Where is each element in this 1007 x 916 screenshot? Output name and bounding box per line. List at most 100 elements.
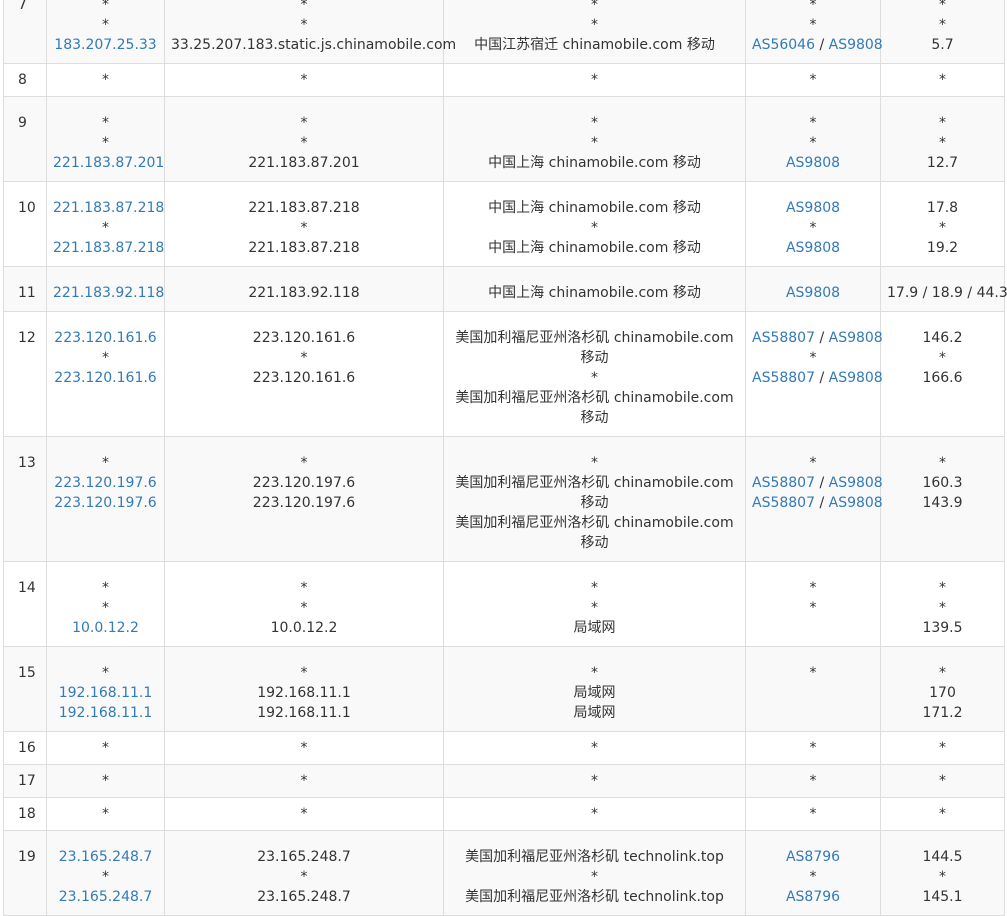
as-cell: AS8796 * AS8796 xyxy=(745,830,881,916)
hop-number-cell: 16 xyxy=(3,731,47,765)
ip-link[interactable]: 221.183.87.218 xyxy=(53,200,164,216)
rtt-line: * xyxy=(887,133,998,153)
hop-number: 14 xyxy=(18,580,36,596)
location-text: 中国上海 chinamobile.com 移动 xyxy=(488,285,701,301)
as-link[interactable]: AS58807 xyxy=(752,475,815,491)
empty-probe-marker: * xyxy=(809,600,817,616)
ip-link[interactable]: 223.120.161.6 xyxy=(54,330,156,346)
ip-line: 221.183.87.201 xyxy=(53,153,164,173)
location-cell: 中国上海 chinamobile.com 移动 xyxy=(443,266,746,312)
rtt-value: * xyxy=(939,740,946,756)
ip-link[interactable]: 221.183.87.201 xyxy=(53,155,164,171)
as-link[interactable]: AS9808 xyxy=(829,330,883,346)
ip-link[interactable]: 23.165.248.7 xyxy=(59,889,153,905)
rtt-line: 12.7 xyxy=(887,153,998,173)
as-line: * xyxy=(752,113,874,133)
as-line: * xyxy=(752,453,874,473)
location-line: * xyxy=(450,663,739,683)
rtt-value: * xyxy=(939,665,946,681)
hop-row: 8 * * * * * xyxy=(3,63,1005,97)
as-link[interactable]: AS9808 xyxy=(829,370,883,386)
ip-link[interactable]: 223.120.197.6 xyxy=(54,475,156,491)
rtt-line: * xyxy=(887,804,998,824)
as-link[interactable]: AS9808 xyxy=(786,285,840,301)
location-text: 中国江苏宿迁 chinamobile.com 移动 xyxy=(474,37,715,53)
hop-number: 9 xyxy=(18,115,27,131)
hostname-cell: * * 10.0.12.2 xyxy=(164,561,444,647)
hop-number-cell: 13 xyxy=(3,436,47,562)
hostname-line: * xyxy=(171,738,437,758)
ip-link[interactable]: 221.183.92.118 xyxy=(53,285,164,301)
rtt-line: 166.6 xyxy=(887,368,998,388)
hostname-line: * xyxy=(171,578,437,598)
location-line: 美国加利福尼亚州洛杉矶 chinamobile.com 移动 xyxy=(450,328,739,368)
as-link[interactable]: AS58807 xyxy=(752,370,815,386)
hostname-line: 221.183.87.218 xyxy=(171,198,437,218)
empty-probe-marker: * xyxy=(102,72,109,88)
as-link[interactable]: AS58807 xyxy=(752,330,815,346)
location-text: * xyxy=(591,115,598,131)
ip-link[interactable]: 192.168.11.1 xyxy=(59,685,153,701)
ip-link[interactable]: 183.207.25.33 xyxy=(54,37,156,53)
as-link[interactable]: AS56046 xyxy=(752,37,815,53)
as-cell: * xyxy=(745,764,881,798)
location-line: 美国加利福尼亚州洛杉矶 chinamobile.com 移动 xyxy=(450,388,739,428)
as-line: * xyxy=(752,348,874,368)
location-line: * xyxy=(450,113,739,133)
location-line: 中国江苏宿迁 chinamobile.com 移动 xyxy=(450,35,739,55)
empty-probe-marker: * xyxy=(102,220,109,236)
location-text: 局域网 xyxy=(573,620,616,636)
empty-probe-marker: * xyxy=(102,869,109,885)
rtt-value: * xyxy=(939,220,946,236)
hostname-line: 221.183.87.201 xyxy=(171,153,437,173)
hostname-cell: * xyxy=(164,764,444,798)
rtt-value: 139.5 xyxy=(922,620,963,636)
as-link[interactable]: AS9808 xyxy=(786,200,840,216)
location-line: 局域网 xyxy=(450,703,739,723)
ip-link[interactable]: 23.165.248.7 xyxy=(59,849,153,865)
rtt-line: 171.2 xyxy=(887,703,998,723)
as-link[interactable]: AS9808 xyxy=(829,37,883,53)
rtt-value: * xyxy=(939,135,946,151)
rtt-line: 144.5 xyxy=(887,847,998,867)
as-line: * xyxy=(752,598,874,618)
location-text: * xyxy=(591,600,598,616)
hostname-line: * xyxy=(171,218,437,238)
location-line: * xyxy=(450,0,739,15)
ip-line: * xyxy=(53,663,158,683)
ip-link[interactable]: 223.120.161.6 xyxy=(54,370,156,386)
hostname-text: * xyxy=(300,665,308,681)
ip-link[interactable]: 223.120.197.6 xyxy=(54,495,156,511)
as-link[interactable]: AS9808 xyxy=(829,475,883,491)
ip-line: * xyxy=(53,738,158,758)
location-text: 局域网 xyxy=(573,685,616,701)
hostname-line: 223.120.197.6 xyxy=(171,493,437,513)
ip-cell: * xyxy=(46,764,165,798)
as-link[interactable]: AS9808 xyxy=(829,495,883,511)
as-link[interactable]: AS58807 xyxy=(752,495,815,511)
as-link[interactable]: AS8796 xyxy=(786,849,840,865)
rtt-line: 145.1 xyxy=(887,887,998,907)
empty-probe-marker: * xyxy=(102,455,109,471)
rtt-value: * xyxy=(939,580,946,596)
ip-link[interactable]: 192.168.11.1 xyxy=(59,705,153,721)
hostname-cell: * * 33.25.207.183.static.js.chinamobile.co… xyxy=(164,0,456,64)
empty-probe-marker: * xyxy=(809,740,817,756)
empty-probe-marker: * xyxy=(809,455,817,471)
as-link[interactable]: AS9808 xyxy=(786,240,840,256)
hostname-line: * xyxy=(171,133,437,153)
location-text: * xyxy=(591,220,598,236)
rtt-value: 145.1 xyxy=(922,889,963,905)
rtt-line: * xyxy=(887,578,998,598)
ip-link[interactable]: 221.183.87.218 xyxy=(53,240,164,256)
hostname-line: * xyxy=(171,348,437,368)
as-link[interactable]: AS8796 xyxy=(786,889,840,905)
as-link[interactable]: AS9808 xyxy=(786,155,840,171)
ip-cell: * * 183.207.25.33 xyxy=(46,0,165,64)
ip-link[interactable]: 10.0.12.2 xyxy=(72,620,139,636)
location-text: * xyxy=(591,740,598,756)
hostname-line: * xyxy=(171,804,437,824)
hop-number: 19 xyxy=(18,849,36,865)
hop-number-cell: 17 xyxy=(3,764,47,798)
ip-cell: * * 221.183.87.201 xyxy=(46,96,165,182)
